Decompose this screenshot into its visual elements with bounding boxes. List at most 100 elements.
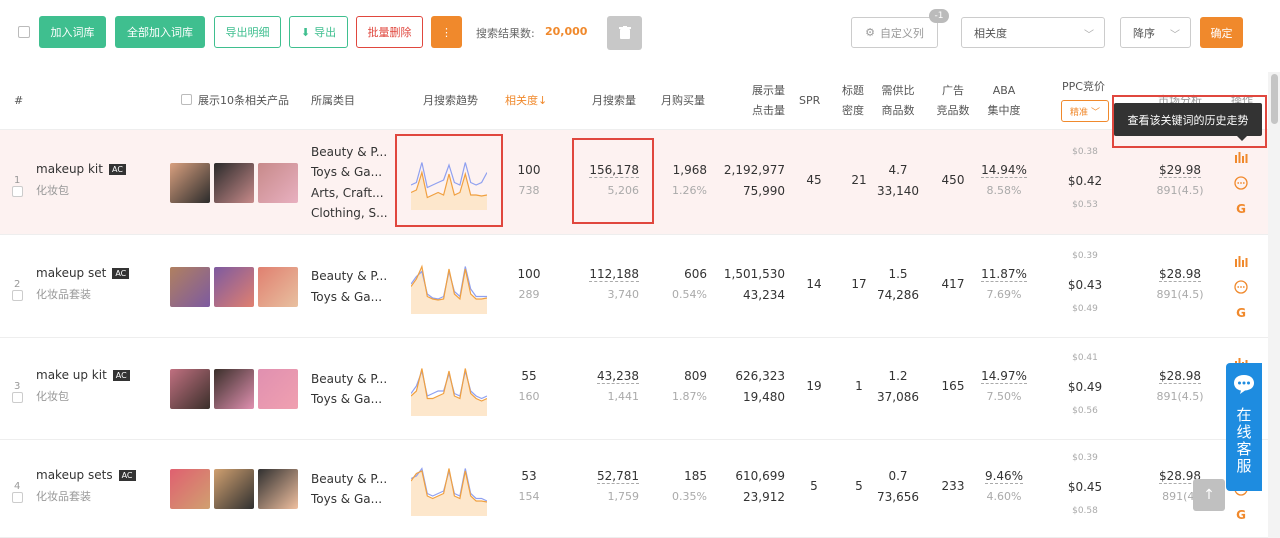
ad-count-value: 165 bbox=[941, 379, 965, 393]
col-category: 所属类目 bbox=[311, 94, 355, 107]
col-monthly-search[interactable]: 月搜索量 bbox=[592, 91, 636, 111]
trend-sparkline[interactable] bbox=[411, 260, 487, 314]
row-checkbox[interactable] bbox=[12, 392, 23, 403]
aba-value[interactable]: 9.46% bbox=[984, 469, 1024, 484]
col-monthly-purchase[interactable]: 月购买量 bbox=[661, 91, 705, 111]
keyword-text[interactable]: makeup set bbox=[36, 266, 106, 280]
row-checkbox[interactable] bbox=[12, 185, 23, 197]
aba-value[interactable]: 14.94% bbox=[981, 162, 1027, 178]
col-supply-demand[interactable]: 需供比 bbox=[876, 81, 920, 101]
col-impressions[interactable]: 展示量 bbox=[735, 81, 785, 101]
back-to-top-button[interactable]: ↑ bbox=[1193, 479, 1225, 511]
col-relevance[interactable]: 相关度↓ bbox=[505, 91, 547, 111]
row-index: 4 bbox=[14, 481, 21, 492]
keyword-translation: 化妆包 bbox=[36, 183, 69, 197]
export-detail-button[interactable]: 导出明细 bbox=[214, 16, 281, 48]
custom-columns-button[interactable]: ⚙ 自定义列 bbox=[851, 17, 938, 48]
monthly-search-value[interactable]: 43,238 bbox=[597, 369, 639, 384]
ppc-mode-label: 精准 bbox=[1069, 107, 1088, 118]
bulk-delete-button[interactable]: 批量删除 bbox=[356, 16, 423, 48]
title-density-value: 17 bbox=[851, 276, 867, 291]
price-value[interactable]: $28.98 bbox=[1159, 369, 1201, 384]
products-value: 33,140 bbox=[877, 183, 919, 198]
price-value[interactable]: $28.98 bbox=[1159, 266, 1201, 282]
online-service-button[interactable]: 在线客服 bbox=[1226, 363, 1262, 491]
aba-sub: 7.69% bbox=[986, 287, 1022, 301]
aba-value[interactable]: 11.87% bbox=[981, 266, 1027, 282]
scrollbar-track[interactable] bbox=[1268, 72, 1280, 538]
aba-sub: 4.60% bbox=[986, 490, 1022, 503]
monthly-search-value[interactable]: 156,178 bbox=[589, 162, 639, 178]
supply-ratio-value: 0.7 bbox=[888, 469, 908, 483]
product-thumbnail[interactable] bbox=[214, 469, 254, 509]
product-thumbnail[interactable] bbox=[214, 162, 254, 203]
col-spr[interactable]: SPR bbox=[799, 91, 820, 111]
product-thumbnail[interactable] bbox=[258, 266, 298, 307]
keyword-link[interactable]: makeup sets AC bbox=[36, 468, 136, 482]
col-aba[interactable]: ABA bbox=[984, 81, 1024, 101]
product-thumbnail[interactable] bbox=[214, 266, 254, 307]
product-thumbnail[interactable] bbox=[170, 469, 210, 509]
product-thumbnail[interactable] bbox=[258, 469, 298, 509]
row-checkbox[interactable] bbox=[12, 289, 23, 301]
google-icon[interactable]: G bbox=[1233, 507, 1249, 523]
row-checkbox[interactable] bbox=[12, 492, 23, 503]
price-value[interactable]: $29.98 bbox=[1159, 162, 1201, 178]
spr-value: 14 bbox=[806, 276, 822, 291]
col-title-density[interactable]: 标题 bbox=[838, 81, 868, 101]
keyword-text[interactable]: makeup sets bbox=[36, 468, 113, 482]
product-thumbnail[interactable] bbox=[258, 162, 298, 203]
monthly-purchase-value: 809 bbox=[684, 369, 707, 383]
product-thumbnail[interactable] bbox=[214, 369, 254, 409]
col-clicks[interactable]: 点击量 bbox=[735, 101, 785, 121]
impressions-value: 610,699 bbox=[735, 469, 785, 483]
custom-columns-badge: -1 bbox=[929, 9, 949, 23]
products-value: 73,656 bbox=[877, 490, 919, 504]
keyword-link[interactable]: makeup kit AC bbox=[36, 162, 126, 176]
add-to-lexicon-button[interactable]: 加入词库 bbox=[39, 16, 106, 48]
monthly-purchase-value: 185 bbox=[684, 469, 707, 483]
more-button[interactable]: ⋮ bbox=[431, 16, 462, 48]
product-thumbnail[interactable] bbox=[170, 162, 210, 203]
purchase-rate: 1.87% bbox=[672, 390, 707, 403]
keyword-link[interactable]: makeup set AC bbox=[36, 266, 130, 280]
trend-sparkline[interactable] bbox=[411, 362, 487, 416]
history-trend-icon[interactable] bbox=[1233, 149, 1249, 165]
confirm-button[interactable]: 确定 bbox=[1200, 17, 1243, 48]
trend-sparkline[interactable] bbox=[411, 156, 487, 210]
relevance-value: 100 bbox=[517, 266, 541, 281]
monthly-search-sub: 5,206 bbox=[607, 183, 640, 197]
product-thumbnail[interactable] bbox=[170, 266, 210, 307]
purchase-rate: 0.35% bbox=[672, 490, 707, 503]
product-thumbnail[interactable] bbox=[258, 369, 298, 409]
ppc-mode-select[interactable]: 精准 ﹀ bbox=[1061, 100, 1109, 122]
google-icon[interactable]: G bbox=[1233, 201, 1249, 217]
keyword-link[interactable]: make up kit AC bbox=[36, 368, 130, 382]
trash-icon bbox=[618, 26, 631, 39]
history-trend-icon[interactable] bbox=[1233, 253, 1249, 269]
col-ad-competitors[interactable]: 广告 bbox=[933, 81, 973, 101]
rating-value: 891(4.5) bbox=[1156, 287, 1204, 301]
export-button[interactable]: ⬇ 导出 bbox=[289, 16, 348, 48]
keyword-text[interactable]: makeup kit bbox=[36, 162, 103, 176]
monthly-search-value[interactable]: 112,188 bbox=[589, 266, 639, 282]
select-all-checkbox[interactable] bbox=[18, 26, 30, 38]
trash-button[interactable] bbox=[607, 16, 642, 50]
sort-order-select[interactable]: 降序 ﹀ bbox=[1120, 17, 1191, 48]
col-show-products[interactable]: 展示10条相关产品 bbox=[181, 91, 289, 111]
more-options-icon[interactable] bbox=[1233, 279, 1249, 295]
keyword-translation: 化妆品套装 bbox=[36, 287, 91, 301]
aba-value[interactable]: 14.97% bbox=[981, 369, 1027, 384]
more-options-icon[interactable] bbox=[1233, 175, 1249, 191]
history-trend-tooltip: 查看该关键词的历史走势 bbox=[1114, 103, 1262, 136]
show-products-checkbox[interactable] bbox=[181, 94, 192, 105]
add-all-to-lexicon-button[interactable]: 全部加入词库 bbox=[115, 16, 205, 48]
sort-field-select[interactable]: 相关度 ﹀ bbox=[961, 17, 1105, 48]
google-icon[interactable]: G bbox=[1233, 305, 1249, 321]
keyword-text[interactable]: make up kit bbox=[36, 368, 107, 382]
product-thumbnail[interactable] bbox=[170, 369, 210, 409]
monthly-search-value[interactable]: 52,781 bbox=[597, 469, 639, 484]
scrollbar-thumb[interactable] bbox=[1271, 74, 1278, 124]
row-index: 2 bbox=[14, 278, 21, 290]
trend-sparkline[interactable] bbox=[411, 462, 487, 516]
